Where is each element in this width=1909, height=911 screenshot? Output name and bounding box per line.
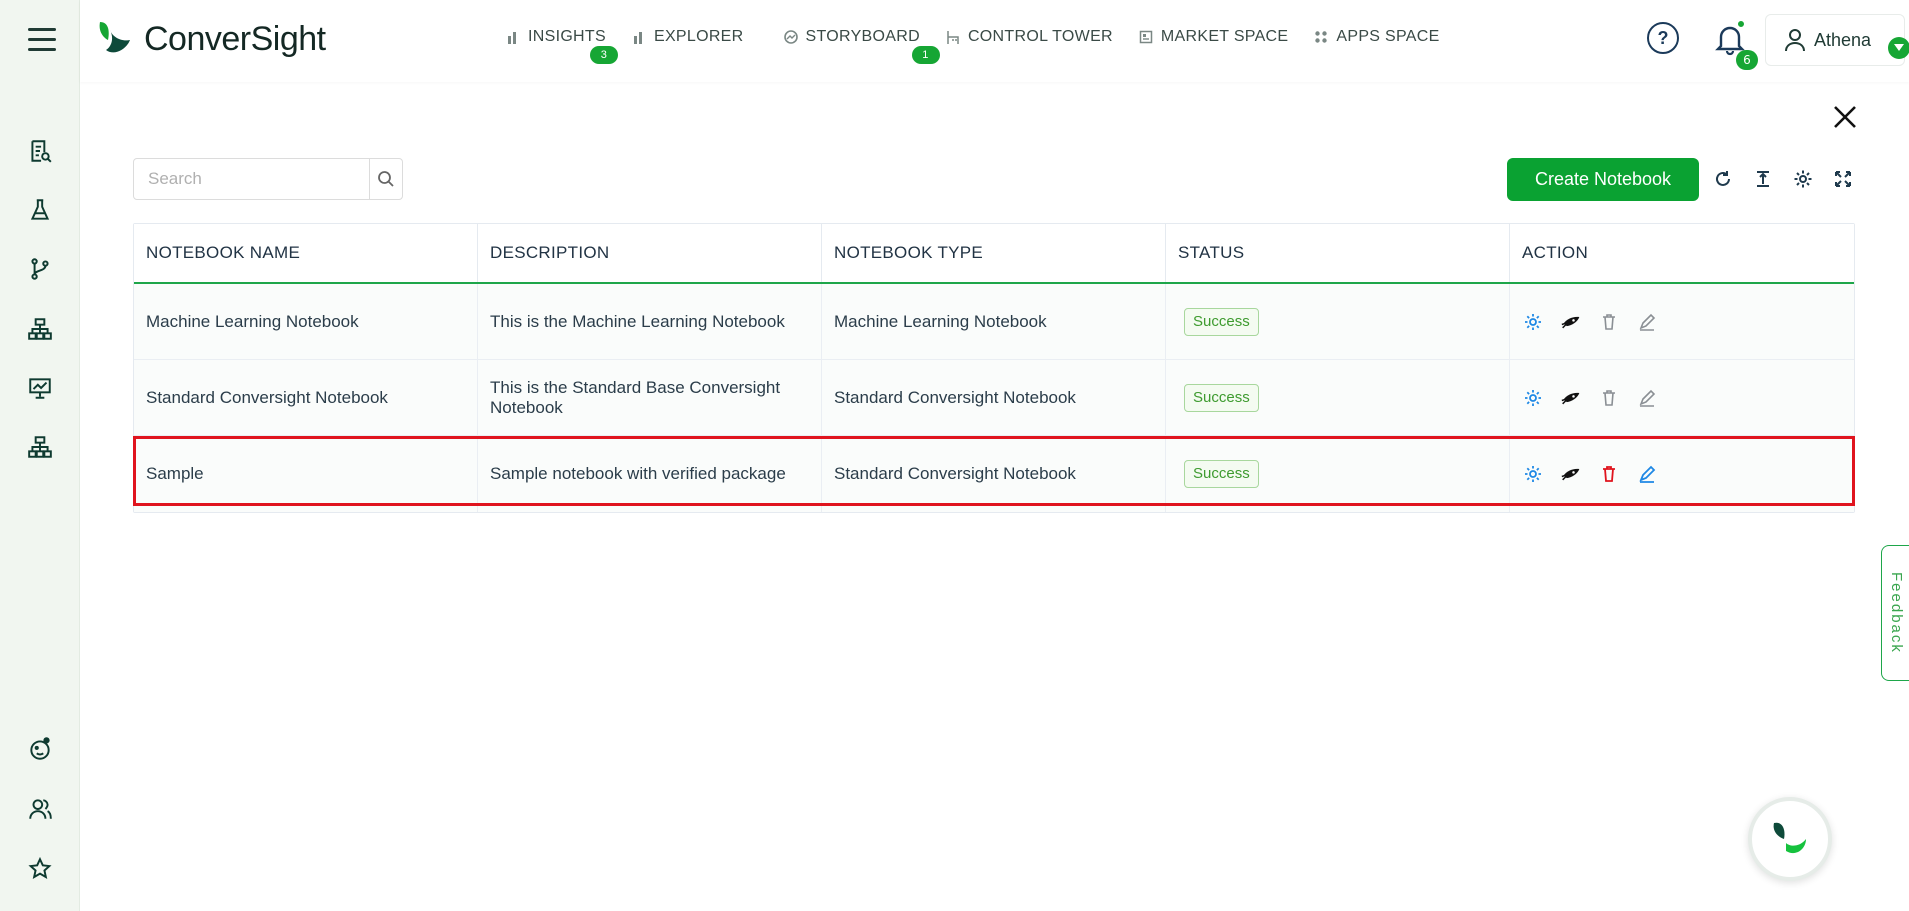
main-nav: INSIGHTS 3 EXPLORER STORYBOARD 1 CONTROL… <box>506 28 1440 64</box>
notebook-type-cell: Standard Conversight Notebook <box>822 436 1166 512</box>
nav-badge: 1 <box>911 46 940 64</box>
top-header: ConverSight INSIGHTS 3 EXPLORER STORYBOA… <box>80 0 1909 82</box>
store-icon <box>1139 30 1153 44</box>
notification-bell-icon[interactable]: 6 <box>1715 20 1758 70</box>
app-logo[interactable]: ConverSight <box>94 18 326 60</box>
table-row: Standard Conversight Notebook This is th… <box>134 360 1854 436</box>
nav-explorer[interactable]: EXPLORER <box>632 28 744 46</box>
feedback-label: Feedback <box>1888 572 1905 654</box>
nav-label: MARKET SPACE <box>1160 28 1289 45</box>
fullscreen-icon[interactable] <box>1830 166 1856 192</box>
search-box <box>133 158 403 200</box>
search-input[interactable] <box>134 159 369 199</box>
table-row: Machine Learning Notebook This is the Ma… <box>134 284 1854 360</box>
notebook-type-cell: Standard Conversight Notebook <box>822 360 1166 435</box>
branch-icon[interactable] <box>25 254 55 284</box>
edit-pencil-icon[interactable] <box>1636 311 1658 333</box>
trash-icon[interactable] <box>1598 387 1620 409</box>
edit-pencil-icon[interactable] <box>1636 387 1658 409</box>
status-cell: Success <box>1166 436 1510 512</box>
notification-count-badge: 6 <box>1736 50 1758 70</box>
star-icon[interactable] <box>25 854 55 884</box>
settings-gear-icon[interactable] <box>1522 387 1544 409</box>
storyboard-icon <box>783 30 798 44</box>
search-button[interactable] <box>369 159 402 199</box>
description-cell: This is the Standard Base Conversight No… <box>478 360 822 435</box>
flask-icon[interactable] <box>25 195 55 225</box>
apps-grid-icon <box>1315 31 1328 43</box>
user-menu[interactable]: Athena <box>1765 14 1909 66</box>
assistant-logo-icon <box>1773 822 1806 854</box>
user-icon <box>1785 29 1805 52</box>
rocket-icon[interactable] <box>1560 463 1582 485</box>
users-icon[interactable] <box>25 794 55 824</box>
hamburger-menu-icon[interactable] <box>28 28 56 54</box>
description-cell: Sample notebook with verified package <box>478 436 822 512</box>
status-cell: Success <box>1166 284 1510 359</box>
gear-icon[interactable] <box>1790 166 1816 192</box>
trash-icon[interactable] <box>1598 463 1620 485</box>
rocket-icon[interactable] <box>1560 387 1582 409</box>
status-badge: Success <box>1184 307 1259 336</box>
nav-label: APPS SPACE <box>1336 28 1440 45</box>
refresh-icon[interactable] <box>1710 166 1736 192</box>
status-badge: Success <box>1184 383 1259 412</box>
user-name: Athena <box>1814 29 1872 50</box>
column-header[interactable]: NOTEBOOK NAME <box>134 224 478 282</box>
help-icon[interactable]: ? <box>1647 22 1679 54</box>
nav-market-space[interactable]: MARKET SPACE <box>1139 28 1288 46</box>
status-cell: Success <box>1166 360 1510 435</box>
edit-pencil-icon[interactable] <box>1636 463 1658 485</box>
presentation-icon[interactable] <box>25 373 55 403</box>
status-badge: Success <box>1184 460 1259 488</box>
action-cell <box>1510 360 1854 435</box>
bar-chart-icon <box>508 32 516 44</box>
nav-label: STORYBOARD <box>805 28 920 45</box>
close-icon[interactable] <box>1830 102 1860 132</box>
notification-dot <box>1737 20 1745 28</box>
nav-badge: 3 <box>590 46 618 64</box>
nav-control-tower[interactable]: CONTROL TOWER <box>946 28 1113 46</box>
table-header: NOTEBOOK NAME DESCRIPTION NOTEBOOK TYPE … <box>134 224 1854 284</box>
left-rail <box>0 0 80 911</box>
notebook-type-cell: Machine Learning Notebook <box>822 284 1166 359</box>
hierarchy-icon[interactable] <box>25 432 55 462</box>
bot-face-icon[interactable] <box>25 734 55 764</box>
hierarchy-icon[interactable] <box>25 314 55 344</box>
chevron-down-icon[interactable] <box>1888 37 1909 59</box>
nav-label: EXPLORER <box>653 28 744 45</box>
description-cell: This is the Machine Learning Notebook <box>478 284 822 359</box>
notebook-name-cell: Machine Learning Notebook <box>134 284 478 359</box>
column-header[interactable]: DESCRIPTION <box>478 224 822 282</box>
column-header[interactable]: NOTEBOOK TYPE <box>822 224 1166 282</box>
nav-apps-space[interactable]: APPS SPACE <box>1314 28 1439 46</box>
notebook-name-cell: Sample <box>134 436 478 512</box>
nav-label: CONTROL TOWER <box>967 28 1113 45</box>
rocket-icon[interactable] <box>1560 311 1582 333</box>
table-row: Sample Sample notebook with verified pac… <box>134 436 1854 512</box>
nav-storyboard[interactable]: STORYBOARD 1 <box>783 28 940 64</box>
settings-gear-icon[interactable] <box>1522 463 1544 485</box>
nav-insights[interactable]: INSIGHTS 3 <box>506 28 618 64</box>
action-cell <box>1510 436 1854 512</box>
notebook-table: NOTEBOOK NAME DESCRIPTION NOTEBOOK TYPE … <box>133 223 1855 513</box>
settings-gear-icon[interactable] <box>1522 311 1544 333</box>
notebook-name-cell: Standard Conversight Notebook <box>134 360 478 435</box>
report-icon[interactable] <box>25 136 55 166</box>
column-height-icon[interactable] <box>1750 166 1776 192</box>
logo-mark-icon <box>94 18 138 60</box>
action-cell <box>1510 284 1854 359</box>
chat-assistant-button[interactable] <box>1748 797 1832 881</box>
create-notebook-button[interactable]: Create Notebook <box>1507 158 1699 201</box>
tower-icon <box>947 31 959 44</box>
bar-chart-icon <box>633 32 642 44</box>
column-header[interactable]: STATUS <box>1166 224 1510 282</box>
feedback-tab[interactable]: Feedback <box>1881 545 1909 681</box>
trash-icon[interactable] <box>1598 311 1620 333</box>
nav-label: INSIGHTS <box>528 28 606 45</box>
logo-text: ConverSight <box>144 19 326 58</box>
search-icon <box>378 171 394 187</box>
column-header: ACTION <box>1522 243 1589 262</box>
